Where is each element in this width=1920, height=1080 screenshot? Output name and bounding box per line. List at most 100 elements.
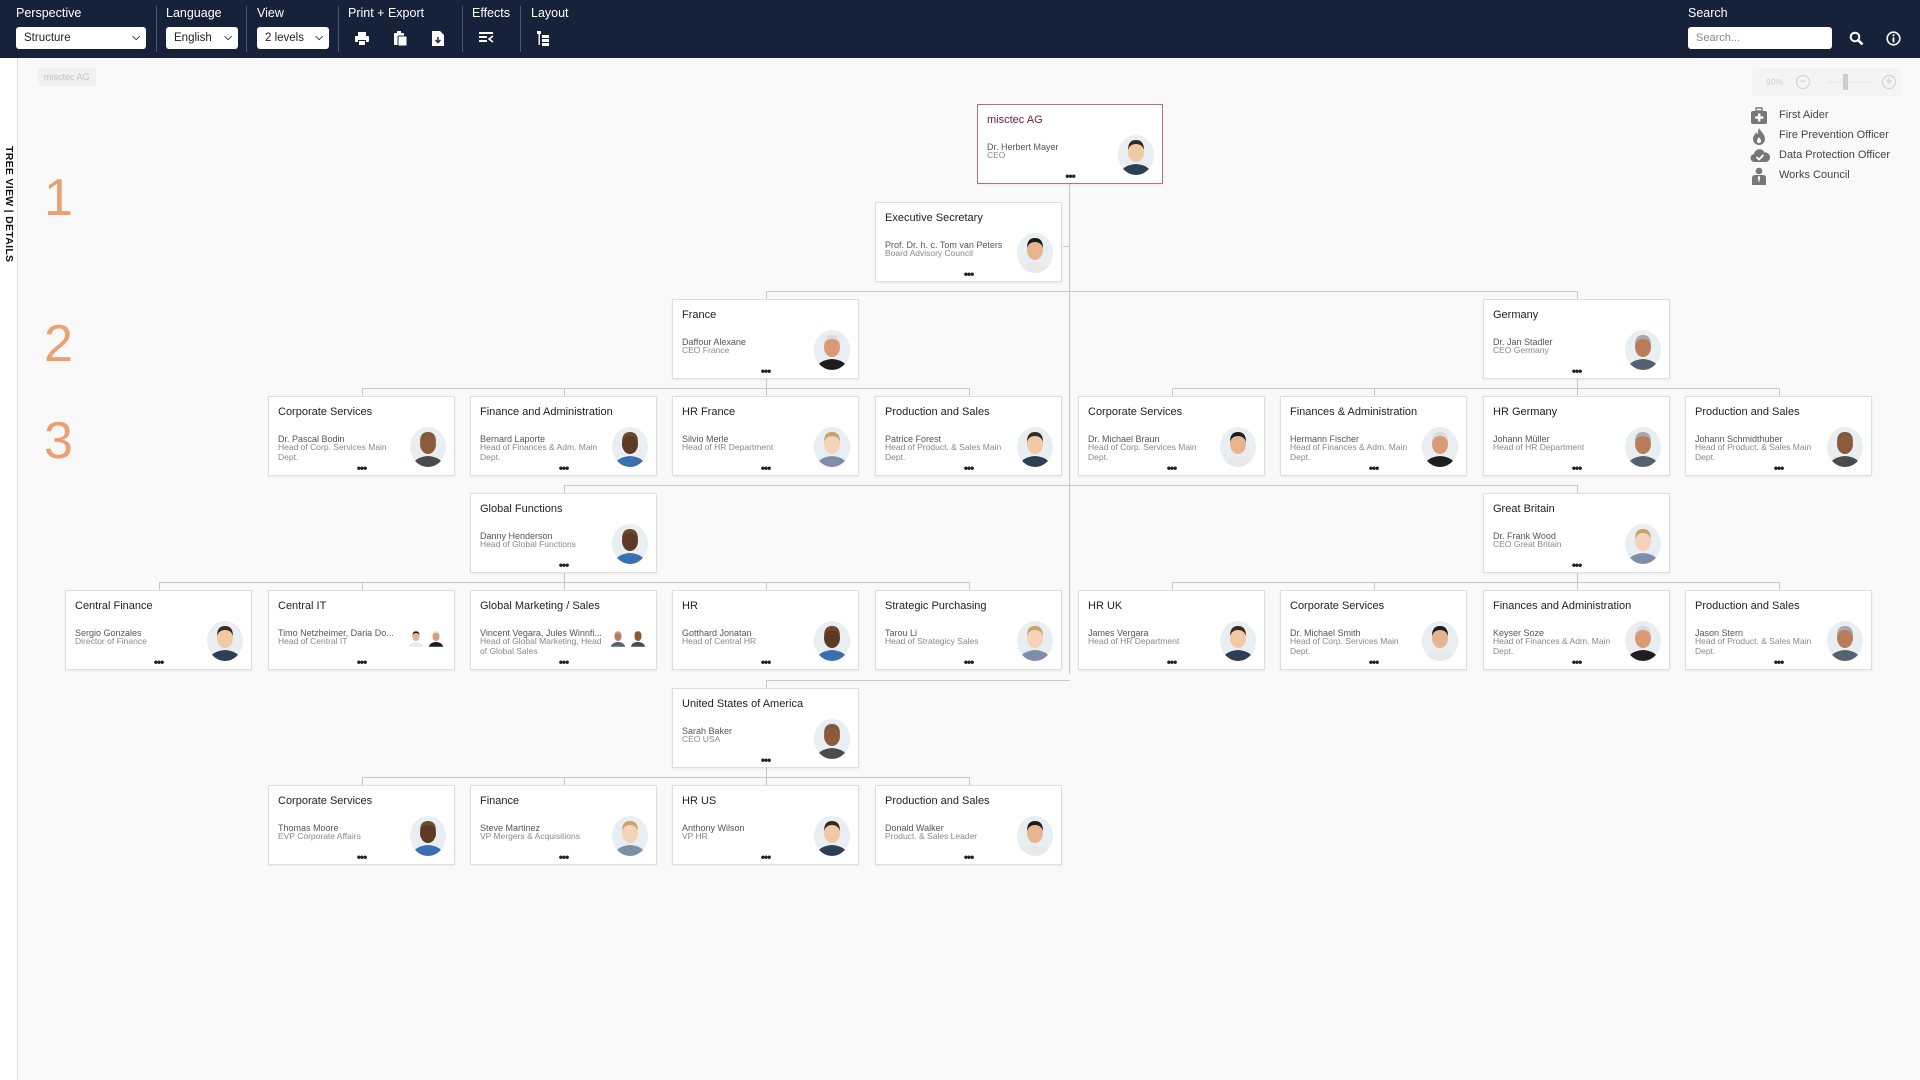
more-options-button[interactable]: •••: [761, 851, 772, 863]
avatar-group: [408, 629, 446, 651]
org-card-france-unit[interactable]: Corporate Services Dr. Pascal Bodin Head o…: [268, 396, 455, 476]
card-title: Corporate Services: [278, 406, 373, 418]
org-card-global-unit[interactable]: HR Gotthard Jonatan Head of Central HR •••: [672, 590, 859, 670]
org-card-usa[interactable]: United States of America Sarah Baker CEO U…: [672, 688, 859, 768]
more-options-button[interactable]: •••: [761, 462, 772, 474]
connector-line: [969, 582, 970, 590]
card-person-role: Head of Corp. Services Main Dept.: [1290, 636, 1399, 656]
org-card-gb-unit[interactable]: Finances and Administration Keyser Soze He…: [1483, 590, 1670, 670]
card-title: Finances and Administration: [1493, 600, 1632, 612]
org-card-gb-unit[interactable]: HR UK James Vergara Head of HR Department …: [1078, 590, 1265, 670]
more-options-button[interactable]: •••: [964, 851, 975, 863]
org-card-executive-secretary[interactable]: Executive Secretary Prof. Dr. h. c. Tom v…: [875, 202, 1062, 282]
org-card-great-britain[interactable]: Great Britain Dr. Frank Wood CEO Great Bri…: [1483, 493, 1670, 573]
copy-icon[interactable]: [390, 28, 410, 48]
tree-layout-icon[interactable]: [533, 28, 553, 48]
org-card-usa-unit[interactable]: HR US Anthony Wilson VP HR •••: [672, 785, 859, 865]
org-card-usa-unit[interactable]: Production and Sales Donald Walker Product…: [875, 785, 1062, 865]
more-options-button[interactable]: •••: [1572, 559, 1583, 571]
zoom-out-icon[interactable]: −: [1796, 75, 1810, 89]
zoom-control: 90% − +: [1752, 68, 1902, 96]
effects-icon[interactable]: [476, 28, 496, 48]
org-card-germany-unit[interactable]: Corporate Services Dr. Michael Braun Head …: [1078, 396, 1265, 476]
more-options-button[interactable]: •••: [559, 462, 570, 474]
card-person-role: CEO Germany: [1493, 345, 1549, 355]
more-options-button[interactable]: •••: [559, 559, 570, 571]
more-options-button[interactable]: •••: [559, 656, 570, 668]
more-options-button[interactable]: •••: [1572, 656, 1583, 668]
org-card-global-unit[interactable]: Strategic Purchasing Tarou Li Head of Stra…: [875, 590, 1062, 670]
more-options-button[interactable]: •••: [1065, 170, 1076, 182]
connector-line: [766, 388, 767, 396]
zoom-slider-track[interactable]: [1828, 81, 1870, 83]
org-card-global-functions[interactable]: Global Functions Danny Henderson Head of G…: [470, 493, 657, 573]
avatar: [610, 629, 626, 651]
chevron-down-icon: ⌵: [132, 32, 140, 43]
org-card-france[interactable]: France Daffour Alexane CEO France •••: [672, 299, 859, 379]
connector-line: [564, 485, 1577, 486]
more-options-button[interactable]: •••: [559, 851, 570, 863]
org-card-usa-unit[interactable]: Corporate Services Thomas Moore EVP Corpor…: [268, 785, 455, 865]
perspective-select[interactable]: Structure ⌵: [16, 27, 146, 49]
legend-item-works-council: Works Council: [1750, 166, 1920, 186]
info-icon[interactable]: [1883, 28, 1903, 48]
connector-line: [159, 582, 160, 590]
tree-view-details-toggle[interactable]: TREE VIEW | DETAILS: [3, 146, 15, 262]
search-icon[interactable]: [1846, 28, 1866, 48]
more-options-button[interactable]: •••: [1572, 365, 1583, 377]
card-title: Corporate Services: [278, 795, 373, 807]
avatar: [1017, 427, 1053, 467]
more-options-button[interactable]: •••: [154, 656, 165, 668]
avatar: [1220, 621, 1256, 661]
more-options-button[interactable]: •••: [761, 754, 772, 766]
org-card-global-unit[interactable]: Central IT Timo Netzheimer, Daria Do... He…: [268, 590, 455, 670]
more-options-button[interactable]: •••: [964, 462, 975, 474]
search-input[interactable]: [1688, 27, 1832, 49]
org-card-global-unit[interactable]: Global Marketing / Sales Vincent Vegara, …: [470, 590, 657, 670]
more-options-button[interactable]: •••: [357, 462, 368, 474]
org-card-gb-unit[interactable]: Corporate Services Dr. Michael Smith Head …: [1280, 590, 1467, 670]
search-label: Search: [1688, 6, 1728, 20]
more-options-button[interactable]: •••: [964, 656, 975, 668]
download-file-icon[interactable]: [428, 28, 448, 48]
more-options-button[interactable]: •••: [761, 656, 772, 668]
more-options-button[interactable]: •••: [1572, 462, 1583, 474]
more-options-button[interactable]: •••: [964, 268, 975, 280]
more-options-button[interactable]: •••: [1774, 462, 1785, 474]
more-options-button[interactable]: •••: [1774, 656, 1785, 668]
org-card-france-unit[interactable]: Finance and Administration Bernard Laport…: [470, 396, 657, 476]
card-title: Executive Secretary: [885, 212, 983, 224]
org-card-germany-unit[interactable]: Production and Sales Johann Schmidthuber H…: [1685, 396, 1872, 476]
layout-label: Layout: [531, 6, 569, 20]
chevron-down-icon: ⌵: [224, 32, 232, 43]
org-card-france-unit[interactable]: HR France Silvio Merle Head of HR Departme…: [672, 396, 859, 476]
more-options-button[interactable]: •••: [357, 851, 368, 863]
org-card-france-unit[interactable]: Production and Sales Patrice Forest Head o…: [875, 396, 1062, 476]
more-options-button[interactable]: •••: [357, 656, 368, 668]
org-card-gb-unit[interactable]: Production and Sales Jason Stern Head of P…: [1685, 590, 1872, 670]
breadcrumb[interactable]: misctec AG: [38, 68, 96, 86]
zoom-percent: 90%: [1766, 77, 1784, 87]
org-card-germany[interactable]: Germany Dr. Jan Stadler CEO Germany •••: [1483, 299, 1670, 379]
org-card-usa-unit[interactable]: Finance Steve Martinez VP Mergers & Acquis…: [470, 785, 657, 865]
org-card-root[interactable]: misctec AG Dr. Herbert Mayer CEO •••: [977, 104, 1163, 184]
card-person-role: Head of Corp. Services Main Dept.: [1088, 442, 1197, 462]
zoom-in-icon[interactable]: +: [1882, 75, 1896, 89]
more-options-button[interactable]: •••: [1167, 462, 1178, 474]
card-person-role: Head of Product. & Sales Main Dept.: [1695, 636, 1812, 656]
card-title: Production and Sales: [1695, 600, 1800, 612]
card-person-role: Head of Corp. Services Main Dept.: [278, 442, 387, 462]
print-icon[interactable]: [352, 28, 372, 48]
org-card-germany-unit[interactable]: Finances & Administration Hermann Fischer…: [1280, 396, 1467, 476]
card-title: Corporate Services: [1088, 406, 1183, 418]
connector-line: [564, 485, 565, 493]
view-select[interactable]: 2 levels ⌵: [257, 27, 329, 49]
zoom-slider-thumb[interactable]: [1842, 74, 1848, 90]
more-options-button[interactable]: •••: [761, 365, 772, 377]
org-card-global-unit[interactable]: Central Finance Sergio Gonzales Director o…: [65, 590, 252, 670]
org-card-germany-unit[interactable]: HR Germany Johann Müller Head of HR Depart…: [1483, 396, 1670, 476]
language-select[interactable]: English ⌵: [166, 27, 238, 49]
more-options-button[interactable]: •••: [1369, 656, 1380, 668]
more-options-button[interactable]: •••: [1167, 656, 1178, 668]
more-options-button[interactable]: •••: [1369, 462, 1380, 474]
